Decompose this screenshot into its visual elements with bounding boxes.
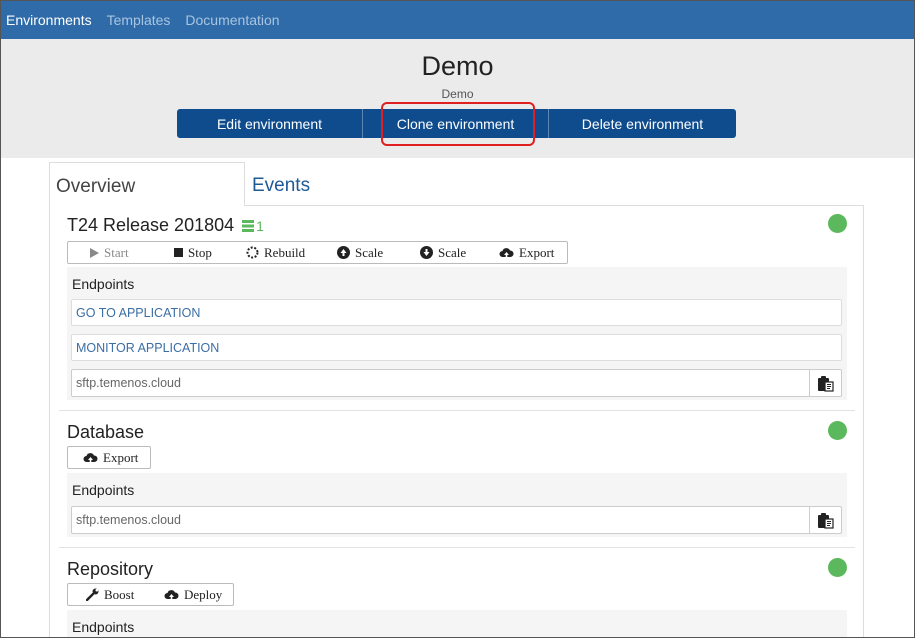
clone-environment-button[interactable]: Clone environment bbox=[363, 109, 549, 138]
deploy-label: Deploy bbox=[184, 586, 223, 602]
database-export-button[interactable]: Export bbox=[83, 450, 138, 466]
boost-label: Boost bbox=[104, 586, 135, 602]
edit-environment-button[interactable]: Edit environment bbox=[177, 109, 363, 138]
nav-templates[interactable]: Templates bbox=[107, 12, 171, 28]
repository-endpoints-heading: Endpoints bbox=[72, 619, 135, 635]
t24-title-text: T24 Release 201804 bbox=[67, 215, 235, 235]
repository-status-indicator bbox=[828, 558, 847, 577]
scale-down-button[interactable]: Scale bbox=[420, 245, 466, 261]
scale-down-label: Scale bbox=[438, 244, 467, 260]
page-subtitle: Demo bbox=[441, 87, 474, 101]
tab-events[interactable]: Events bbox=[246, 162, 316, 206]
top-navbar: Environments Templates Documentation bbox=[1, 1, 914, 39]
t24-section-title: T24 Release 201804 1 bbox=[67, 215, 264, 236]
scale-up-button[interactable]: Scale bbox=[337, 245, 383, 261]
repository-section-title: Repository bbox=[67, 559, 154, 579]
stop-label: Stop bbox=[188, 244, 212, 260]
t24-status-indicator bbox=[828, 214, 847, 233]
play-icon bbox=[90, 247, 99, 258]
t24-action-toolbar: Start Stop Rebuild Scale Scale Export bbox=[67, 241, 568, 264]
environment-actions: Edit environment Clone environment Delet… bbox=[177, 109, 736, 138]
cloud-upload-icon bbox=[164, 589, 179, 600]
instance-count-badge: 1 bbox=[241, 218, 264, 234]
clipboard-icon bbox=[817, 375, 834, 392]
start-button[interactable]: Start bbox=[90, 245, 129, 261]
cloud-upload-icon bbox=[499, 247, 514, 258]
rebuild-button[interactable]: Rebuild bbox=[246, 245, 305, 261]
database-sftp-field[interactable]: sftp.temenos.cloud bbox=[71, 506, 810, 534]
scale-up-label: Scale bbox=[355, 244, 384, 260]
database-action-toolbar: Export bbox=[67, 446, 151, 469]
t24-copy-button[interactable] bbox=[809, 369, 842, 397]
page-title: Demo bbox=[421, 51, 494, 81]
database-export-label: Export bbox=[103, 449, 139, 465]
instance-count: 1 bbox=[256, 218, 264, 235]
tab-overview[interactable]: Overview bbox=[49, 162, 245, 206]
t24-endpoints-heading: Endpoints bbox=[72, 276, 135, 292]
database-section-title: Database bbox=[67, 422, 145, 442]
arrow-down-circle-icon bbox=[420, 246, 433, 259]
app-frame: Environments Templates Documentation Dem… bbox=[0, 0, 915, 638]
rebuild-label: Rebuild bbox=[264, 244, 306, 260]
environment-header: Demo Demo Edit environment Clone environ… bbox=[1, 39, 914, 158]
t24-export-label: Export bbox=[519, 244, 555, 260]
stop-icon bbox=[174, 248, 183, 257]
deploy-button[interactable]: Deploy bbox=[164, 587, 222, 603]
wrench-icon bbox=[86, 588, 99, 601]
spinner-icon bbox=[246, 246, 259, 259]
go-to-application-link[interactable]: GO TO APPLICATION bbox=[71, 299, 842, 326]
t24-export-button[interactable]: Export bbox=[499, 245, 554, 261]
start-label: Start bbox=[104, 244, 129, 260]
section-divider bbox=[59, 410, 855, 411]
database-endpoints-heading: Endpoints bbox=[72, 482, 135, 498]
stop-button[interactable]: Stop bbox=[174, 245, 212, 261]
section-divider bbox=[59, 547, 855, 548]
boost-button[interactable]: Boost bbox=[86, 587, 134, 603]
database-status-indicator bbox=[828, 421, 847, 440]
nav-documentation[interactable]: Documentation bbox=[185, 12, 279, 28]
database-copy-button[interactable] bbox=[809, 506, 842, 534]
repository-action-toolbar: Boost Deploy bbox=[67, 583, 234, 606]
clipboard-icon bbox=[817, 512, 834, 529]
monitor-application-link[interactable]: MONITOR APPLICATION bbox=[71, 334, 842, 361]
stack-icon bbox=[242, 220, 255, 233]
delete-environment-button[interactable]: Delete environment bbox=[549, 109, 736, 138]
nav-environments[interactable]: Environments bbox=[6, 12, 92, 28]
cloud-upload-icon bbox=[83, 452, 98, 463]
repository-endpoints-panel: Endpoints bbox=[67, 610, 847, 637]
t24-sftp-field[interactable]: sftp.temenos.cloud bbox=[71, 369, 810, 397]
arrow-up-circle-icon bbox=[337, 246, 350, 259]
